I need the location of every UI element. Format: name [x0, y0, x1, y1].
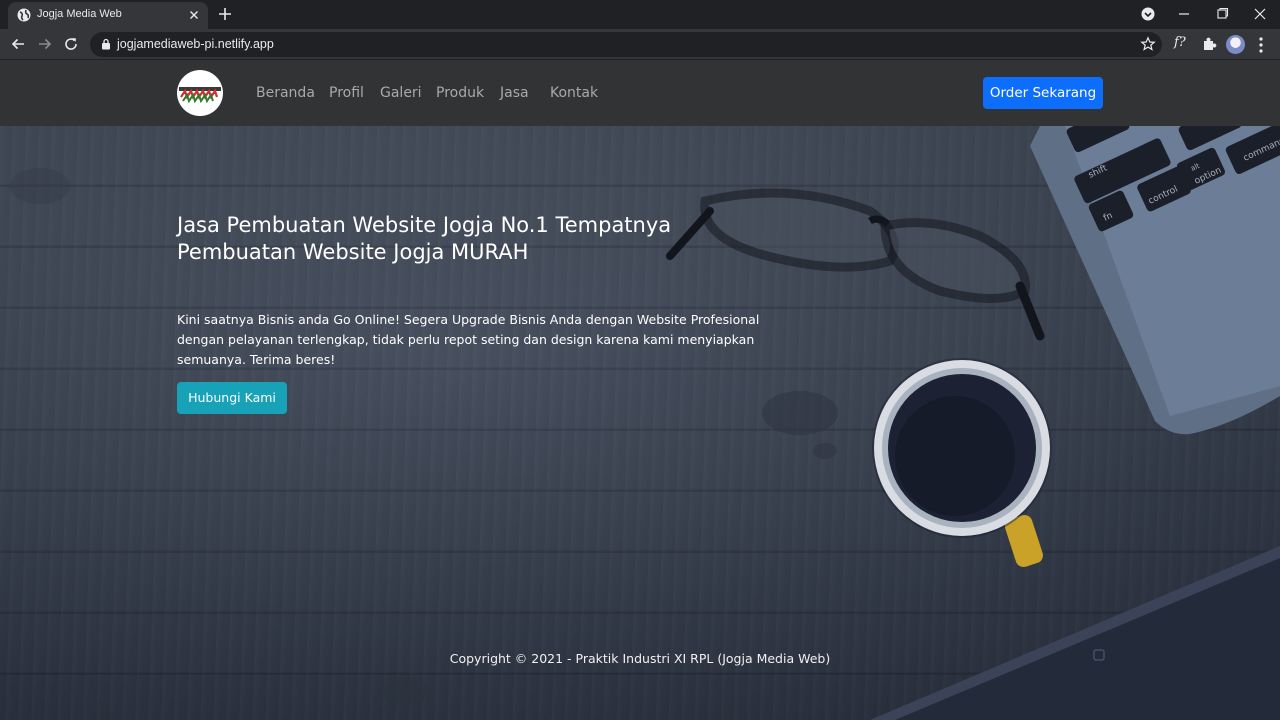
close-window-icon[interactable] — [1249, 4, 1271, 24]
lock-icon[interactable] — [100, 38, 112, 50]
order-now-button[interactable]: Order Sekarang — [983, 77, 1103, 109]
extensions-puzzle-icon[interactable] — [1200, 35, 1218, 53]
new-tab-icon[interactable] — [216, 5, 234, 23]
profile-avatar[interactable] — [1226, 35, 1245, 54]
address-bar[interactable]: jogjamediaweb-pi.netlify.app — [90, 32, 1162, 57]
back-arrow-icon[interactable] — [9, 35, 27, 53]
tab-search-icon[interactable] — [1137, 4, 1159, 24]
coffee-cup-illustration — [872, 358, 1052, 568]
bookmark-star-icon[interactable] — [1140, 36, 1156, 52]
browser-tab[interactable]: Jogja Media Web — [8, 2, 208, 29]
nav-link-galeri[interactable]: Galeri — [380, 85, 422, 101]
contact-us-button[interactable]: Hubungi Kami — [177, 382, 287, 414]
browser-toolbar: jogjamediaweb-pi.netlify.app f? — [0, 29, 1280, 60]
globe-icon — [17, 8, 31, 22]
wood-knot — [813, 443, 837, 459]
nav-link-beranda[interactable]: Beranda — [256, 85, 315, 101]
nav-link-profil[interactable]: Profil — [329, 85, 364, 101]
hero-title: Jasa Pembuatan Website Jogja No.1 Tempat… — [177, 213, 672, 264]
site-logo[interactable] — [177, 70, 223, 116]
tablet-illustration — [870, 546, 1280, 720]
copyright-text: Copyright © 2021 - Praktik Industri XI R… — [449, 651, 831, 666]
forward-arrow-icon[interactable] — [36, 35, 54, 53]
close-tab-icon[interactable] — [186, 7, 202, 23]
site-navbar: Beranda Profil Galeri Produk Jasa Kontak… — [0, 60, 1280, 126]
hero-description: Kini saatnya Bisnis anda Go Online! Sege… — [177, 312, 760, 367]
menu-kebab-icon[interactable] — [1256, 36, 1266, 54]
nav-link-kontak[interactable]: Kontak — [550, 85, 598, 101]
hero-section: shift fn control alt option command Jasa… — [0, 126, 1280, 720]
nav-link-produk[interactable]: Produk — [436, 85, 484, 101]
logo-mark-icon — [179, 87, 221, 104]
url-text[interactable]: jogjamediaweb-pi.netlify.app — [117, 37, 274, 51]
browser-tab-strip: Jogja Media Web — [0, 0, 1280, 29]
minimize-icon[interactable] — [1173, 4, 1195, 24]
wood-knot — [380, 677, 430, 705]
wood-knot — [10, 168, 70, 204]
laptop-keyboard-illustration: shift fn control alt option command — [1030, 126, 1280, 435]
wood-knot — [762, 391, 838, 435]
extension-f-icon[interactable]: f? — [1174, 35, 1186, 50]
web-page: Beranda Profil Galeri Produk Jasa Kontak… — [0, 60, 1280, 720]
restore-icon[interactable] — [1211, 4, 1233, 24]
nav-link-jasa[interactable]: Jasa — [500, 85, 529, 101]
tab-title: Jogja Media Web — [37, 8, 122, 20]
reload-icon[interactable] — [62, 35, 80, 53]
